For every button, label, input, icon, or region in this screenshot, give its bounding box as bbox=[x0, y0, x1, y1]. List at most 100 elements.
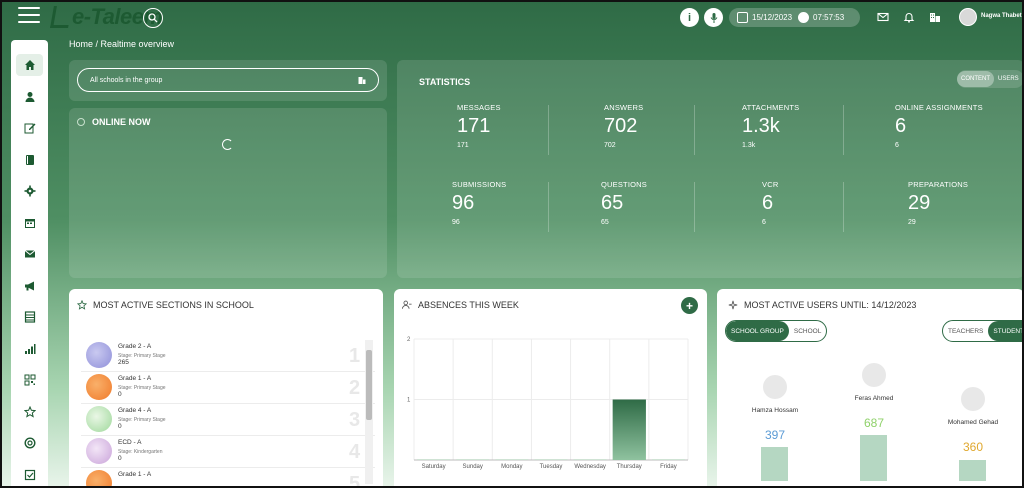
divider bbox=[548, 105, 549, 155]
add-absence-button[interactable]: + bbox=[681, 297, 698, 314]
sidebar-item-home[interactable] bbox=[16, 54, 43, 76]
user-name[interactable]: Nagwa Thabet bbox=[981, 13, 1022, 19]
sidebar bbox=[11, 40, 48, 486]
microphone-icon[interactable] bbox=[704, 8, 723, 27]
sidebar-item-announcements[interactable] bbox=[16, 275, 43, 297]
school-select-value: All schools in the group bbox=[90, 76, 163, 84]
search-button[interactable] bbox=[143, 8, 163, 28]
stat-value: 702 bbox=[604, 115, 638, 137]
megaphone-icon bbox=[24, 281, 34, 291]
stat-attachments: ATTACHMENTS 1.3k 1.3k bbox=[742, 103, 892, 149]
building-icon bbox=[358, 77, 366, 84]
user-minus-icon bbox=[402, 300, 412, 309]
user-bar-2 bbox=[860, 435, 887, 481]
stat-messages: MESSAGES 171 171 bbox=[457, 103, 607, 149]
clock-icon bbox=[798, 12, 810, 23]
lifebuoy-icon bbox=[23, 437, 36, 449]
list-item[interactable]: Grade 2 - A Stage: Primary Stage 265 1 bbox=[81, 340, 375, 372]
toggle-school-group[interactable]: SCHOOL GROUP bbox=[726, 321, 789, 341]
stat-value: 65 bbox=[601, 192, 624, 214]
sidebar-item-favorites[interactable] bbox=[16, 401, 43, 423]
sidebar-item-qr[interactable] bbox=[16, 369, 43, 391]
sidebar-item-book[interactable] bbox=[16, 149, 43, 171]
calendar-icon bbox=[737, 12, 748, 23]
sections-list[interactable]: Grade 2 - A Stage: Primary Stage 265 1 G… bbox=[81, 340, 375, 486]
toggle-content[interactable]: CONTENT bbox=[957, 71, 994, 87]
x-tick-label: Friday bbox=[660, 464, 677, 470]
bell-icon[interactable] bbox=[903, 11, 915, 23]
section-rank: 2 bbox=[349, 377, 361, 399]
logo-mark bbox=[50, 6, 72, 28]
sidebar-item-analytics[interactable] bbox=[16, 338, 43, 360]
top-user-1[interactable]: Hamza Hossam 397 bbox=[735, 375, 815, 442]
section-name: Grade 2 - A bbox=[118, 343, 152, 350]
x-tick-label: Tuesday bbox=[540, 464, 563, 470]
stat-value: 96 bbox=[452, 192, 475, 214]
section-thumbnail bbox=[86, 470, 112, 486]
section-stage: Stage: Primary Stage bbox=[118, 417, 166, 423]
toggle-school[interactable]: SCHOOL bbox=[789, 328, 826, 335]
statistics-toggle[interactable]: CONTENT USERS bbox=[957, 70, 1022, 88]
section-thumbnail bbox=[86, 438, 112, 464]
home-icon bbox=[24, 60, 35, 70]
user-name: Mohamed Gehad bbox=[947, 419, 999, 426]
section-rank: 4 bbox=[349, 441, 361, 463]
stat-value: 29 bbox=[908, 192, 931, 214]
bar-chart-icon bbox=[24, 344, 35, 354]
list-item[interactable]: ECD - A Stage: Kindergarten 0 4 bbox=[81, 436, 375, 468]
active-sections-card: MOST ACTIVE SECTIONS IN SCHOOL Grade 2 -… bbox=[69, 289, 383, 486]
top-user-2[interactable]: Feras Ahmed 687 bbox=[834, 363, 914, 430]
sidebar-item-calendar[interactable] bbox=[16, 212, 43, 234]
toggle-students[interactable]: STUDENTS bbox=[988, 321, 1022, 341]
top-bar: e-Taleem i 15/12/2023 07:57:53 Nagwa Tha… bbox=[2, 2, 1022, 34]
sidebar-item-settings[interactable] bbox=[16, 180, 43, 202]
sidebar-item-reports[interactable] bbox=[16, 306, 43, 328]
breadcrumb[interactable]: Home / Realtime overview bbox=[69, 39, 174, 49]
list-item[interactable]: Grade 1 - A 5 bbox=[81, 468, 375, 486]
school-building-icon[interactable] bbox=[929, 11, 941, 23]
star-icon bbox=[77, 300, 87, 310]
stat-subvalue: 96 bbox=[452, 219, 460, 226]
section-stage: Stage: Kindergarten bbox=[118, 449, 163, 455]
x-tick-label: Thursday bbox=[617, 464, 642, 470]
sidebar-item-messages[interactable] bbox=[16, 243, 43, 265]
scrollbar-thumb[interactable] bbox=[366, 350, 372, 420]
school-select[interactable]: All schools in the group bbox=[77, 68, 379, 92]
top-user-3[interactable]: Mohamed Gehad 360 bbox=[933, 387, 1013, 454]
gear-icon bbox=[24, 185, 35, 197]
menu-icon[interactable] bbox=[18, 7, 40, 25]
stat-subvalue: 29 bbox=[908, 219, 916, 226]
sidebar-item-users[interactable] bbox=[16, 86, 43, 108]
scope-toggle[interactable]: SCHOOL GROUP SCHOOL bbox=[725, 320, 828, 342]
section-rank: 5 bbox=[349, 473, 361, 486]
list-item[interactable]: Grade 1 - A Stage: Primary Stage 0 2 bbox=[81, 372, 375, 404]
user-avatar[interactable] bbox=[959, 8, 977, 26]
role-toggle[interactable]: TEACHERS STUDENTS bbox=[942, 320, 1022, 342]
section-name: Grade 1 - A bbox=[118, 471, 152, 478]
sidebar-item-support[interactable] bbox=[16, 432, 43, 454]
toggle-users[interactable]: USERS bbox=[994, 76, 1019, 82]
section-thumbnail bbox=[86, 406, 112, 432]
mail-icon[interactable] bbox=[877, 11, 889, 23]
search-icon bbox=[148, 13, 158, 23]
section-stage: Stage: Primary Stage bbox=[118, 385, 166, 391]
book-icon bbox=[25, 155, 34, 165]
toggle-teachers[interactable]: TEACHERS bbox=[943, 328, 988, 335]
active-sections-title: MOST ACTIVE SECTIONS IN SCHOOL bbox=[93, 300, 254, 310]
sidebar-item-tasks[interactable] bbox=[16, 464, 43, 486]
absences-card: ABSENCES THIS WEEK + 1 2 Saturday Sunday Mon… bbox=[394, 289, 707, 486]
current-time: 07:57:53 bbox=[813, 13, 845, 22]
sections-scrollbar[interactable] bbox=[365, 340, 373, 484]
sidebar-item-edit[interactable] bbox=[16, 117, 43, 139]
section-name: Grade 1 - A bbox=[118, 375, 152, 382]
section-rank: 3 bbox=[349, 409, 361, 431]
stat-label: ONLINE ASSIGNMENTS bbox=[895, 103, 983, 112]
bar bbox=[534, 459, 568, 460]
datetime-display: 15/12/2023 07:57:53 bbox=[729, 8, 860, 27]
avatar bbox=[961, 387, 985, 411]
list-item[interactable]: Grade 4 - A Stage: Primary Stage 0 3 bbox=[81, 404, 375, 436]
active-users-header: MOST ACTIVE USERS UNTIL: 14/12/2023 bbox=[728, 300, 916, 310]
info-icon[interactable]: i bbox=[680, 8, 699, 27]
online-now-header: ONLINE NOW bbox=[77, 117, 151, 127]
user-bar-3 bbox=[959, 460, 986, 481]
